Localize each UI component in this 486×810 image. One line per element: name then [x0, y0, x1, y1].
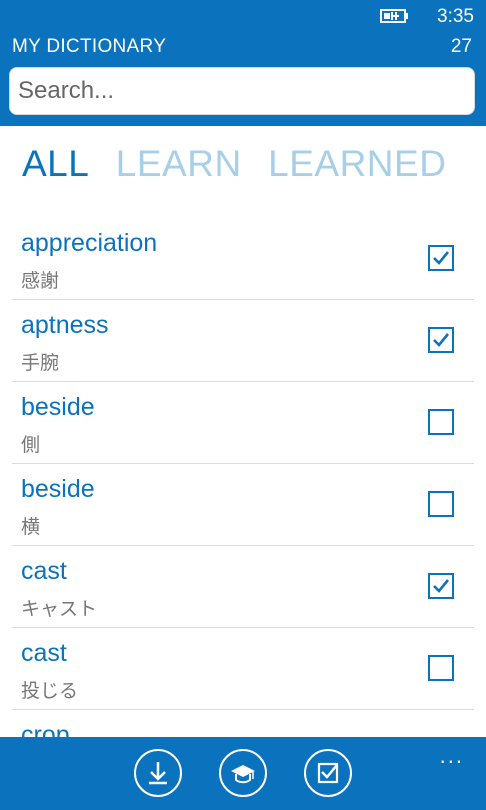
mark-learned-button[interactable]: [304, 749, 352, 797]
entry-word: cast: [21, 557, 67, 585]
list-item[interactable]: beside 側: [12, 382, 474, 464]
entry-word: cast: [21, 639, 67, 667]
learned-checkbox[interactable]: [428, 573, 454, 599]
list-item[interactable]: crop: [12, 710, 474, 738]
entry-translation: 投じる: [21, 680, 79, 702]
entry-word: crop: [21, 721, 70, 738]
entry-word: beside: [21, 475, 95, 503]
learned-checkbox[interactable]: [428, 491, 454, 517]
app-title: MY DICTIONARY: [12, 36, 167, 57]
entry-translation: キャスト: [21, 598, 98, 620]
checkmark-icon: [433, 579, 450, 593]
word-count: 27: [450, 36, 472, 57]
download-icon: [149, 762, 167, 785]
list-item[interactable]: appreciation 感謝: [12, 218, 474, 300]
word-list: appreciation 感謝 aptness 手腕 beside 側 besi…: [0, 218, 486, 738]
learned-checkbox[interactable]: [428, 327, 454, 353]
learned-checkbox[interactable]: [428, 245, 454, 271]
download-button[interactable]: [134, 749, 182, 797]
list-item[interactable]: cast 投じる: [12, 628, 474, 710]
learned-checkbox[interactable]: [428, 655, 454, 681]
tab-learn[interactable]: LEARN: [116, 143, 242, 185]
list-item[interactable]: aptness 手腕: [12, 300, 474, 382]
entry-word: aptness: [21, 311, 109, 339]
entry-translation: 感謝: [21, 270, 60, 292]
learned-checkbox[interactable]: [428, 409, 454, 435]
checkmark-icon: [433, 251, 450, 265]
checkmark-icon: [433, 333, 450, 347]
entry-word: beside: [21, 393, 95, 421]
header: 3:35 MY DICTIONARY 27: [0, 0, 486, 126]
entry-word: appreciation: [21, 229, 158, 257]
entry-translation: 手腕: [21, 352, 60, 374]
tab-learned[interactable]: LEARNED: [268, 143, 446, 185]
entry-translation: 横: [21, 516, 41, 538]
learn-button[interactable]: [219, 749, 267, 797]
tab-all[interactable]: ALL: [22, 143, 89, 185]
app-bar: ...: [0, 737, 486, 810]
entry-translation: 側: [21, 434, 41, 456]
status-bar: 3:35: [0, 0, 486, 32]
graduation-cap-icon: [231, 765, 255, 784]
battery-charging-icon: [380, 8, 410, 24]
list-item[interactable]: cast キャスト: [12, 546, 474, 628]
checklist-icon: [317, 762, 339, 784]
more-options-button[interactable]: ...: [440, 743, 464, 769]
list-item[interactable]: beside 横: [12, 464, 474, 546]
clock: 3:35: [437, 6, 474, 27]
filter-tabs: ALL LEARN LEARNED: [22, 143, 468, 187]
search-input[interactable]: [9, 67, 475, 115]
